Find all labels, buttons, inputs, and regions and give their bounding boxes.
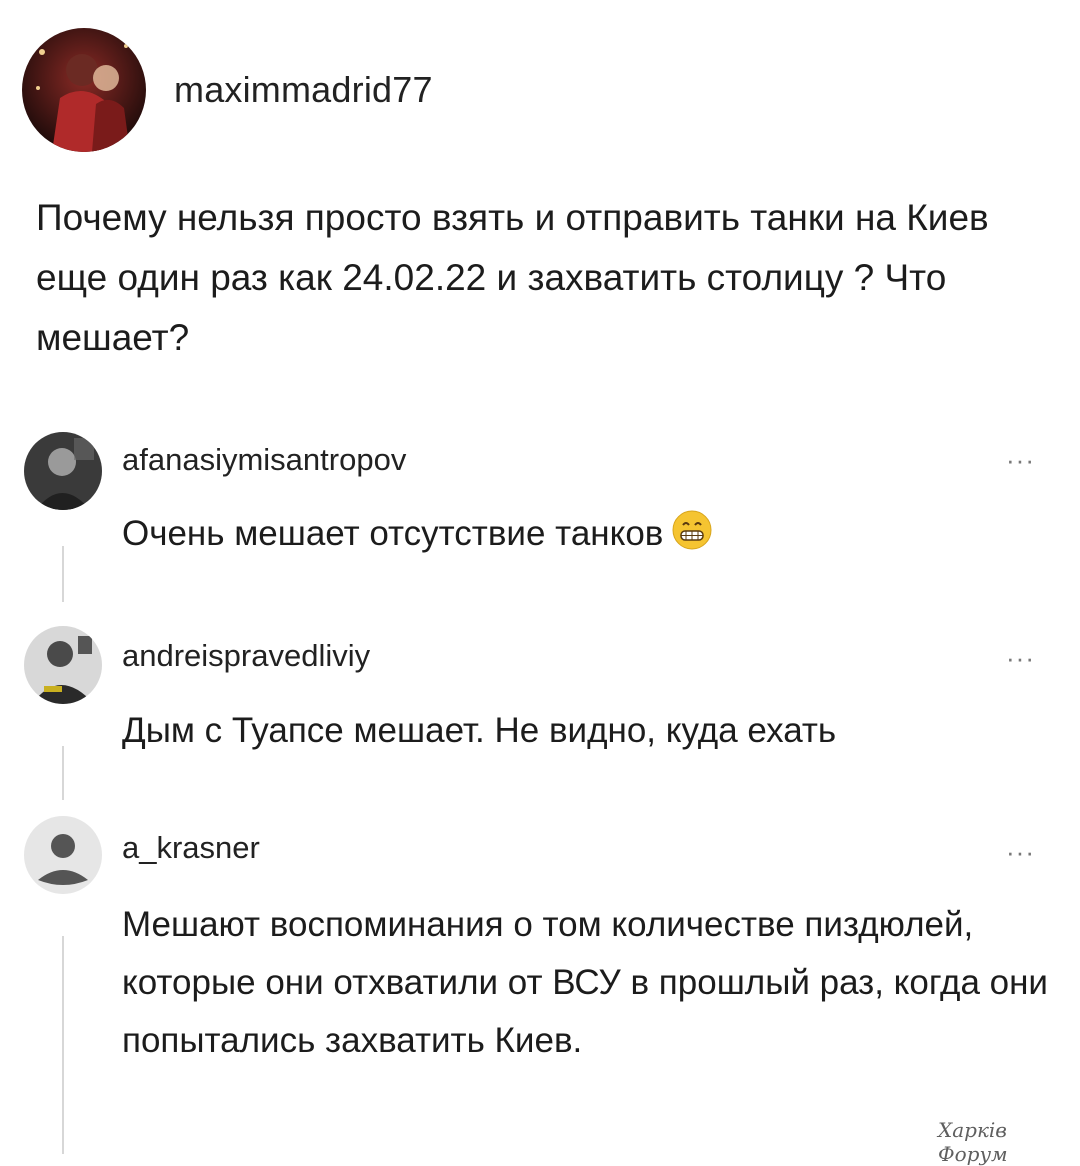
- grinning-face-emoji-icon: [671, 509, 713, 551]
- more-options-icon[interactable]: ···: [1006, 645, 1035, 671]
- avatar-photo-icon: [24, 432, 102, 510]
- avatar[interactable]: [24, 816, 102, 894]
- watermark: Харків Форум: [938, 1118, 1008, 1166]
- thread-line: [62, 936, 64, 1154]
- thread-line: [62, 746, 64, 800]
- post-body-text: Почему нельзя просто взять и отправить т…: [36, 197, 989, 358]
- thread-line: [62, 546, 64, 602]
- avatar[interactable]: [24, 432, 102, 510]
- comment-text: Дым с Туапсе мешает. Не видно, куда ехат…: [122, 711, 837, 750]
- comment-username[interactable]: andreispravedliviy: [122, 638, 370, 674]
- avatar[interactable]: [22, 28, 146, 152]
- post-username[interactable]: maximmadrid77: [174, 69, 433, 111]
- more-options-icon[interactable]: ···: [1006, 447, 1035, 473]
- comment-username[interactable]: afanasiymisantropov: [122, 442, 406, 478]
- avatar-photo-icon: [24, 626, 102, 704]
- comment-text: Мешают воспоминания о том количестве пиз…: [122, 905, 1048, 1060]
- avatar-photo-icon: [22, 28, 146, 152]
- comment-text: Очень мешает отсутствие танков: [122, 505, 1062, 563]
- comment-text-content: Очень мешает отсутствие танков: [122, 514, 664, 553]
- avatar[interactable]: [24, 626, 102, 704]
- default-user-icon: [24, 816, 102, 894]
- post-header: maximmadrid77: [22, 28, 433, 152]
- comment-username[interactable]: a_krasner: [122, 830, 260, 866]
- more-options-icon[interactable]: ···: [1006, 839, 1035, 865]
